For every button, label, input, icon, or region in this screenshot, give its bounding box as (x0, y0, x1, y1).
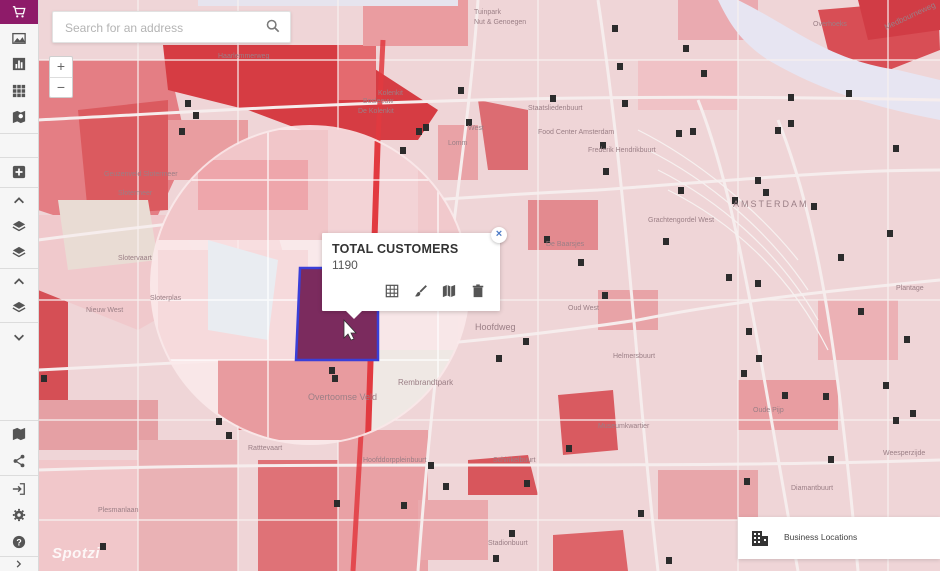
label-helmersbuurt: Helmersbuurt (613, 353, 655, 360)
label-geuzenveld: Geuzenveld Slotermeer (104, 171, 178, 178)
popup-close-button[interactable]: × (491, 227, 507, 243)
label-stadionbuurt: Stadionbuurt (488, 540, 528, 547)
building-icon (752, 531, 768, 546)
label-plesmanlaan: Plesmanlaan (98, 507, 139, 514)
add-icon[interactable] (0, 159, 38, 185)
search-icon[interactable] (266, 19, 280, 33)
bar-chart-icon[interactable] (0, 51, 38, 77)
address-search (52, 11, 291, 43)
chevron-down-icon[interactable] (0, 324, 38, 350)
label-sloterplas: Sloterplas (150, 295, 182, 302)
label-rattevaart: Ratttevaart (248, 445, 282, 452)
layers-icon[interactable] (0, 240, 38, 266)
label-nut-genoegen: Nut & Genoegen (474, 19, 526, 26)
label-rembrandtpark: Rembrandtpark (398, 378, 454, 387)
logo-cart-icon[interactable] (0, 0, 38, 24)
image-icon[interactable] (0, 25, 38, 51)
label-schinkelbuurt: Schinkelbuurt (493, 457, 535, 464)
label-staatsliedenbuurt: Staatsliedenbuurt (528, 105, 583, 112)
map-pin-icon[interactable] (0, 104, 38, 130)
info-popup: TOTAL CUSTOMERS 1190 × (322, 227, 507, 319)
chevron-right-icon[interactable] (0, 557, 38, 571)
layers-icon[interactable] (0, 214, 38, 240)
label-lomm: Lomm (448, 140, 468, 147)
map-icon[interactable] (0, 421, 38, 447)
svg-text:?: ? (16, 538, 21, 548)
map-icon[interactable] (442, 284, 456, 298)
zoom-in-button[interactable]: + (50, 57, 72, 78)
chevron-up-icon[interactable] (0, 269, 38, 295)
label-bosleeuw: Bosleeuw (363, 98, 394, 105)
label-weesperzijde: Weesperzijde (883, 450, 925, 457)
legend-panel: Business Locations (738, 517, 940, 559)
watermark-text: Spotzi (52, 545, 100, 562)
zoom-control: + − (49, 56, 73, 98)
label-oude-pijp: Oude Pijp (753, 407, 784, 414)
region-west-edge (38, 290, 68, 400)
label-west: West (468, 125, 484, 132)
label-slotervaart: Slotervaart (118, 255, 152, 262)
search-input[interactable] (63, 17, 257, 39)
label-de-kolenkit: De Kolenkit (358, 108, 394, 115)
label-tuinpark: Tuinpark (474, 9, 501, 16)
popup-title: TOTAL CUSTOMERS (332, 242, 459, 256)
label-slotermeer: Slotermeer (118, 190, 153, 197)
label-diamantbuurt: Diamantbuurt (791, 485, 833, 492)
label-museumkwartier: Museumkwartier (598, 423, 650, 430)
label-overtoomse-veld: Overtoomse Veld (308, 392, 377, 402)
sign-in-icon[interactable] (0, 476, 38, 502)
label-food-center: Food Center Amsterdam (538, 129, 614, 136)
spotzi-watermark: Spotzi (52, 545, 100, 562)
label-haarlemmerweg: Haarlemmerweg (218, 53, 269, 60)
help-icon[interactable]: ? (0, 529, 38, 555)
label-nieuw-west: Nieuw West (86, 307, 123, 314)
label-grachtengordel: Grachtengordel West (648, 217, 714, 224)
label-amsterdam: AMSTERDAM (733, 199, 809, 209)
grid-icon[interactable] (0, 78, 38, 104)
label-frederik-hendrikbuurt: Frederik Hendrikbuurt (588, 147, 656, 154)
brush-icon[interactable] (414, 284, 428, 298)
label-kolenkit: Kolenkit (378, 90, 403, 97)
sidebar: ? (0, 0, 39, 571)
layers-icon[interactable] (0, 295, 38, 321)
label-plantage: Plantage (896, 285, 924, 292)
share-icon[interactable] (0, 448, 38, 474)
table-icon[interactable] (385, 284, 399, 298)
trash-icon[interactable] (471, 284, 485, 298)
legend-label: Business Locations (784, 532, 858, 542)
label-hoofdweg: Hoofdweg (475, 322, 516, 332)
label-oud-west: Oud West (568, 305, 599, 312)
popup-value: 1190 (332, 258, 358, 272)
gear-icon[interactable] (0, 502, 38, 528)
label-hoofddorpplein: Hoofddorppleinbuurt (363, 457, 426, 464)
label-de-baarsjes: De Baarsjes (546, 241, 585, 248)
zoom-out-button[interactable]: − (50, 78, 72, 98)
chevron-up-icon[interactable] (0, 188, 38, 214)
label-overhoeks: Overhoeks (813, 21, 847, 28)
